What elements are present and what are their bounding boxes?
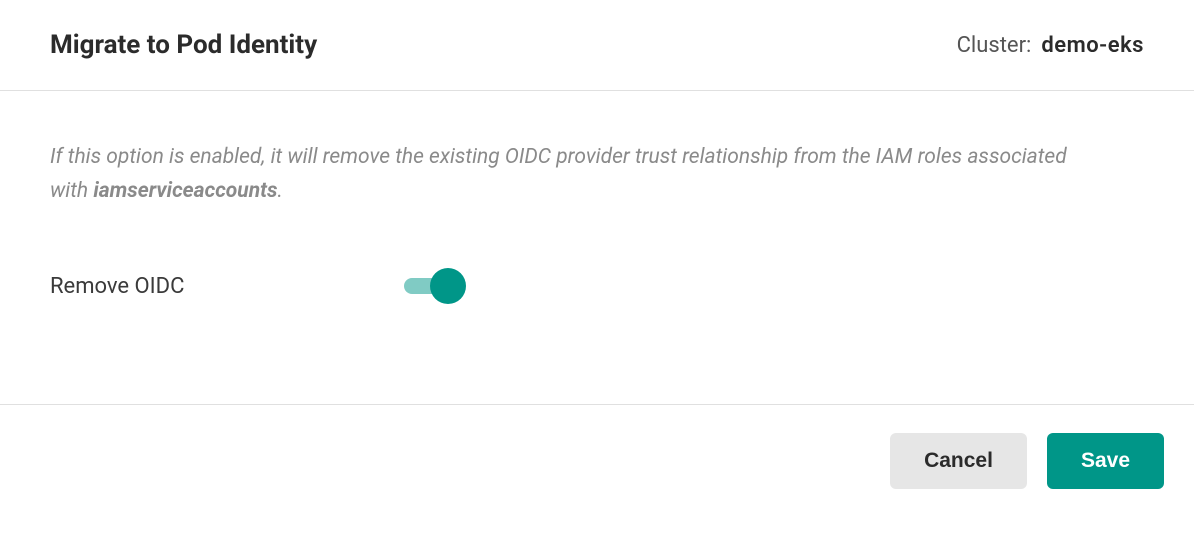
dialog-header: Migrate to Pod Identity Cluster: demo-ek…: [0, 0, 1194, 91]
description-text-suffix: .: [277, 179, 282, 203]
cluster-label: Cluster:: [957, 33, 1032, 58]
save-button[interactable]: Save: [1047, 433, 1164, 489]
dialog-content: If this option is enabled, it will remov…: [0, 91, 1194, 405]
toggle-thumb: [430, 268, 466, 304]
remove-oidc-toggle[interactable]: [404, 268, 466, 304]
remove-oidc-label: Remove OIDC: [50, 274, 184, 299]
cluster-info: Cluster: demo-eks: [957, 33, 1144, 58]
option-description: If this option is enabled, it will remov…: [50, 141, 1110, 208]
dialog-footer: Cancel Save: [0, 405, 1194, 517]
cluster-name: demo-eks: [1041, 33, 1144, 58]
page-title: Migrate to Pod Identity: [50, 30, 317, 60]
cancel-button[interactable]: Cancel: [890, 433, 1027, 489]
description-text-bold: iamserviceaccounts: [93, 179, 277, 203]
option-row: Remove OIDC: [50, 268, 1144, 304]
